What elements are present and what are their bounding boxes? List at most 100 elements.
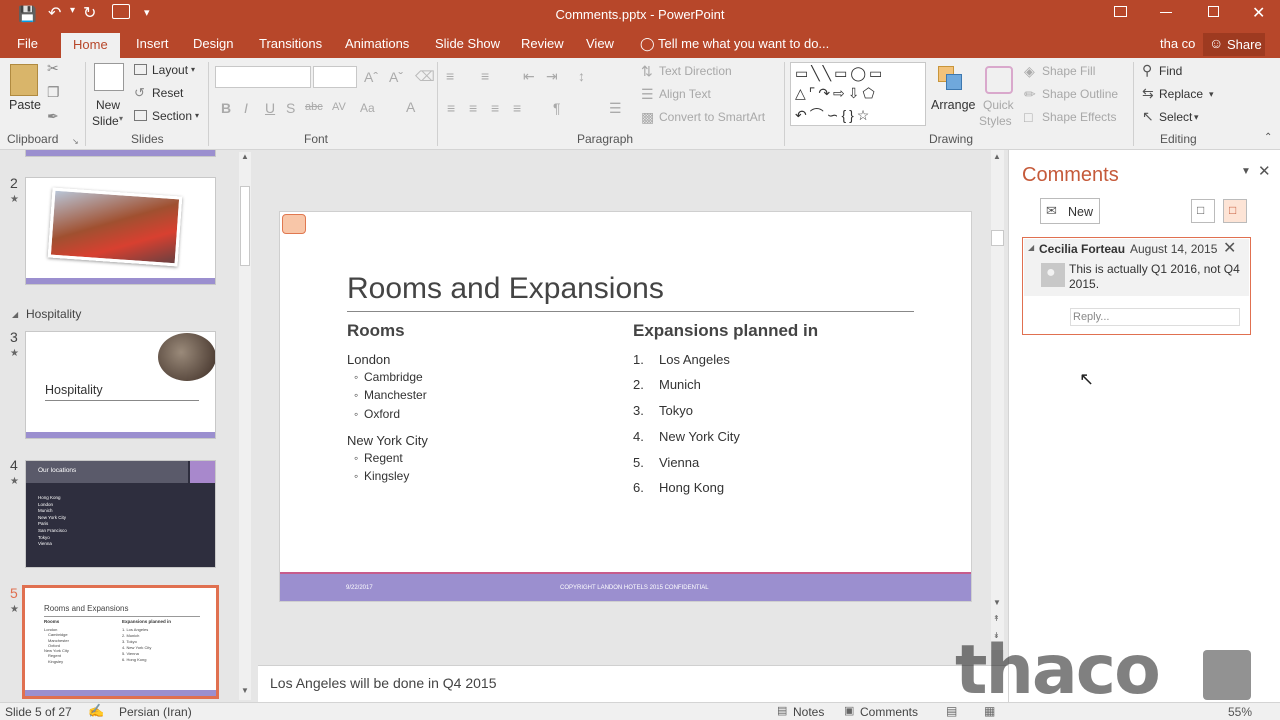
- previous-comment-button[interactable]: □: [1191, 199, 1215, 223]
- tab-review[interactable]: Review: [521, 36, 564, 51]
- replace-dropdown-icon[interactable]: ▾: [1209, 89, 1214, 100]
- clipboard-launcher-icon[interactable]: ↘: [72, 137, 79, 146]
- comment-marker-icon[interactable]: [282, 214, 306, 234]
- convert-smartart-button[interactable]: Convert to SmartArt: [659, 110, 765, 124]
- shapes-row-3[interactable]: ↶⌒∽{}☆: [795, 105, 872, 125]
- slide-canvas[interactable]: Rooms and Expansions Rooms London ◦ Camb…: [279, 211, 972, 602]
- tell-me-box[interactable]: Tell me what you want to do...: [658, 36, 829, 51]
- slide-title[interactable]: Rooms and Expansions: [347, 272, 664, 306]
- tab-file[interactable]: File: [17, 36, 38, 51]
- delete-comment-icon[interactable]: ✕: [1223, 238, 1236, 258]
- thumbnail-slide-5-selected[interactable]: Rooms and Expansions Rooms Expansions pl…: [22, 585, 219, 699]
- shadow-icon[interactable]: S: [286, 100, 295, 116]
- text-direction-button[interactable]: Text Direction: [659, 64, 732, 78]
- underline-icon[interactable]: U: [265, 100, 275, 116]
- shape-fill-button[interactable]: Shape Fill: [1042, 64, 1095, 78]
- section-collapse-icon[interactable]: ◢: [12, 310, 18, 319]
- tab-home[interactable]: Home: [61, 33, 120, 58]
- collapse-thread-icon[interactable]: ◢: [1028, 243, 1034, 252]
- select-dropdown-icon[interactable]: ▾: [1194, 112, 1199, 123]
- align-left-icon[interactable]: ≡: [447, 100, 455, 116]
- increase-indent-icon[interactable]: ⇥: [546, 68, 558, 85]
- scroll-up-icon[interactable]: ▲: [241, 152, 249, 161]
- new-comment-button[interactable]: ✉ New: [1040, 198, 1100, 224]
- select-button[interactable]: Select: [1159, 110, 1192, 124]
- line-spacing-icon[interactable]: ↕: [578, 68, 585, 84]
- tab-insert[interactable]: Insert: [136, 36, 169, 51]
- section-button[interactable]: Section: [152, 109, 192, 123]
- layout-button[interactable]: Layout: [152, 63, 188, 77]
- reply-input[interactable]: Reply...: [1070, 308, 1240, 326]
- language-indicator[interactable]: Persian (Iran): [119, 705, 192, 719]
- pane-options-icon[interactable]: ▼: [1241, 166, 1251, 177]
- justify-icon[interactable]: ≡: [513, 100, 521, 116]
- font-size-box[interactable]: [313, 66, 357, 88]
- room-item[interactable]: Oxford: [364, 407, 400, 421]
- numbering-icon[interactable]: ≡: [481, 68, 489, 84]
- expansions-heading[interactable]: Expansions planned in: [633, 321, 818, 341]
- scrollbar-thumb[interactable]: [991, 230, 1004, 246]
- replace-button[interactable]: Replace: [1159, 87, 1203, 101]
- arrange-icon[interactable]: [938, 66, 964, 92]
- quick-styles-label-2[interactable]: Styles: [979, 114, 1012, 128]
- bullets-icon[interactable]: ≡: [446, 68, 454, 84]
- tab-transitions[interactable]: Transitions: [259, 36, 322, 51]
- align-center-icon[interactable]: ≡: [469, 100, 477, 116]
- scroll-up-icon[interactable]: ▲: [993, 152, 1001, 161]
- cut-icon[interactable]: ✂: [47, 60, 59, 77]
- shape-outline-button[interactable]: Shape Outline: [1042, 87, 1118, 101]
- shapes-row-1[interactable]: ▭╲╲▭◯▭: [795, 65, 885, 82]
- comment-thread[interactable]: ◢ Cecilia Forteau August 14, 2015 ✕ ● Th…: [1022, 237, 1251, 335]
- align-right-icon[interactable]: ≡: [491, 100, 499, 116]
- slide-sorter-icon[interactable]: ▦: [984, 704, 995, 718]
- scroll-down-icon[interactable]: ▼: [241, 686, 249, 695]
- rooms-heading[interactable]: Rooms: [347, 321, 405, 341]
- find-button[interactable]: Find: [1159, 64, 1182, 78]
- arrange-button[interactable]: Arrange: [931, 98, 975, 112]
- italic-icon[interactable]: I: [244, 100, 248, 116]
- close-pane-icon[interactable]: ✕: [1258, 162, 1271, 180]
- thumbnail-slide-2[interactable]: [25, 177, 216, 285]
- minimize-button[interactable]: [1160, 12, 1172, 13]
- copy-icon[interactable]: ❐: [47, 84, 60, 101]
- new-slide-label-2[interactable]: Slide: [92, 114, 119, 128]
- reset-button[interactable]: Reset: [152, 86, 183, 100]
- room-item[interactable]: Kingsley: [364, 469, 409, 483]
- grow-font-icon[interactable]: Aˆ: [364, 69, 378, 85]
- shape-effects-button[interactable]: Shape Effects: [1042, 110, 1117, 124]
- shrink-font-icon[interactable]: Aˇ: [389, 69, 403, 85]
- city-london[interactable]: London: [347, 352, 390, 367]
- collapse-ribbon-icon[interactable]: ⌃: [1264, 132, 1272, 143]
- thumbnail-slide-3[interactable]: Hospitality: [25, 331, 216, 439]
- scrollbar-thumb[interactable]: [240, 186, 250, 266]
- tab-design[interactable]: Design: [193, 36, 233, 51]
- previous-slide-icon[interactable]: ↟: [993, 614, 1000, 623]
- tab-view[interactable]: View: [586, 36, 614, 51]
- new-slide-icon[interactable]: [94, 63, 124, 91]
- tab-animations[interactable]: Animations: [345, 36, 409, 51]
- bold-icon[interactable]: B: [221, 100, 231, 116]
- font-color-icon[interactable]: A: [406, 99, 415, 115]
- thumbnail-slide-1-partial[interactable]: [25, 150, 216, 157]
- share-button[interactable]: ☺ Share: [1203, 33, 1265, 56]
- tab-slide-show[interactable]: Slide Show: [435, 36, 500, 51]
- comments-toggle[interactable]: Comments: [860, 705, 918, 719]
- slide-scrollbar[interactable]: ▲ ▼ ↟ ↡: [991, 150, 1004, 650]
- room-item[interactable]: Regent: [364, 451, 403, 465]
- close-button[interactable]: ✕: [1252, 3, 1265, 23]
- new-slide-label-1[interactable]: New: [96, 98, 120, 112]
- font-name-box[interactable]: [215, 66, 311, 88]
- normal-view-icon[interactable]: ▤: [946, 704, 957, 718]
- change-case-icon[interactable]: Aa: [360, 101, 375, 115]
- columns-icon[interactable]: ☰: [609, 100, 622, 117]
- format-painter-icon[interactable]: ✒: [47, 108, 59, 125]
- section-dropdown-icon[interactable]: ▾: [195, 111, 199, 120]
- section-name[interactable]: Hospitality: [26, 307, 81, 321]
- spelling-check-icon[interactable]: ✍: [88, 703, 104, 719]
- room-item[interactable]: Manchester: [364, 388, 427, 402]
- zoom-level[interactable]: 55%: [1228, 705, 1252, 719]
- thumbnail-scrollbar[interactable]: ▲ ▼: [239, 152, 251, 700]
- thumbnail-slide-4[interactable]: Our locations Hong Kong London Munich New Y…: [25, 460, 216, 568]
- scroll-down-icon[interactable]: ▼: [993, 598, 1001, 607]
- ribbon-display-options-icon[interactable]: [1114, 6, 1127, 17]
